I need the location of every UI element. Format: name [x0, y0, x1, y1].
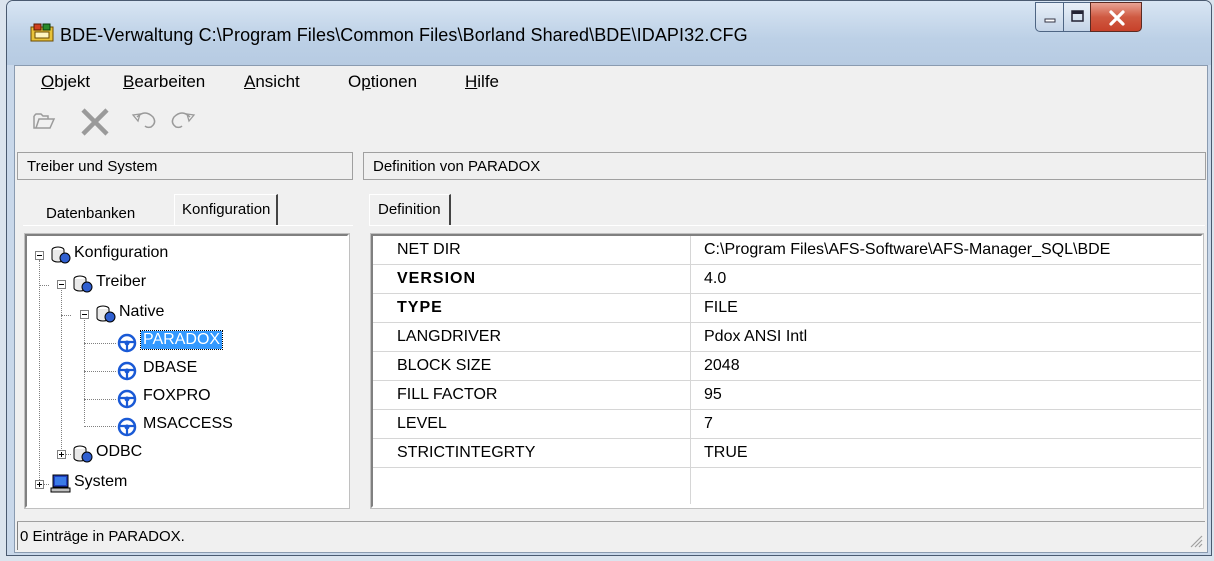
- status-separator: [17, 522, 18, 550]
- definition-grid: NET DIR C:\Program Files\AFS-Software\AFS…: [370, 233, 1204, 509]
- database-icon: [73, 445, 93, 463]
- tree-label: Treiber: [96, 273, 147, 290]
- open-icon[interactable]: [31, 106, 57, 134]
- undo-icon[interactable]: [130, 106, 160, 134]
- tab-line: [23, 225, 353, 226]
- property-name: LANGDRIVER: [397, 328, 502, 345]
- menu-bearbeiten[interactable]: Bearbeiten: [123, 72, 205, 92]
- table-row[interactable]: VERSION 4.0: [373, 265, 1201, 294]
- table-row[interactable]: FILL FACTOR 95: [373, 381, 1201, 410]
- redo-icon[interactable]: [167, 106, 197, 134]
- tab-line: [369, 225, 1205, 226]
- tree-node-foxpro[interactable]: FOXPRO: [27, 387, 327, 411]
- maximize-button[interactable]: [1063, 2, 1091, 32]
- collapse-toggle[interactable]: [35, 251, 44, 260]
- computer-icon: [50, 474, 71, 493]
- tree-label: MSACCESS: [143, 415, 233, 432]
- property-value[interactable]: 95: [704, 386, 722, 404]
- tree-label: Native: [119, 303, 165, 320]
- close-button[interactable]: [1090, 2, 1142, 32]
- property-value[interactable]: FILE: [704, 299, 738, 317]
- config-tree: Konfiguration Treiber Native PARADOX DBA…: [24, 233, 350, 509]
- property-value[interactable]: 4.0: [704, 270, 726, 288]
- table-row[interactable]: STRICTINTEGRTY TRUE: [373, 439, 1201, 468]
- tree-label: Konfiguration: [74, 244, 169, 261]
- minimize-icon: [1044, 18, 1056, 23]
- tree-node-odbc[interactable]: ODBC: [27, 443, 327, 467]
- delete-icon[interactable]: [77, 106, 113, 138]
- tree-node-system[interactable]: System: [27, 473, 327, 497]
- minimize-button[interactable]: [1035, 2, 1064, 32]
- toolbar: [15, 100, 1207, 140]
- property-name: LEVEL: [397, 415, 447, 432]
- property-value[interactable]: 7: [704, 415, 713, 433]
- property-name: FILL FACTOR: [397, 386, 498, 403]
- menu-optionen[interactable]: Optionen: [348, 72, 417, 92]
- menu-ansicht[interactable]: Ansicht: [244, 72, 300, 92]
- collapse-toggle[interactable]: [57, 280, 66, 289]
- tab-datenbanken[interactable]: Datenbanken: [42, 202, 139, 225]
- tree-node-native[interactable]: Native: [27, 303, 327, 327]
- database-icon: [51, 246, 71, 264]
- steering-wheel-icon: [117, 417, 137, 437]
- property-value[interactable]: Pdox ANSI Intl: [704, 328, 807, 346]
- title-bar[interactable]: BDE-Verwaltung C:\Program Files\Common F…: [7, 1, 1211, 65]
- property-value[interactable]: 2048: [704, 357, 740, 375]
- tree-label: PARADOX: [139, 330, 224, 350]
- tree-label: DBASE: [143, 359, 198, 376]
- expand-toggle[interactable]: [57, 450, 66, 459]
- tab-definition[interactable]: Definition: [369, 194, 451, 226]
- left-panel-header: Treiber und System: [17, 152, 353, 180]
- property-name: TYPE: [397, 299, 443, 316]
- close-icon: [1109, 10, 1125, 26]
- database-icon: [96, 305, 116, 323]
- window-title: BDE-Verwaltung C:\Program Files\Common F…: [60, 25, 748, 45]
- tree-label: ODBC: [96, 443, 143, 460]
- maximize-icon: [1071, 10, 1084, 22]
- steering-wheel-icon: [117, 389, 137, 409]
- property-value[interactable]: C:\Program Files\AFS-Software\AFS-Manage…: [704, 241, 1110, 259]
- tree-label: System: [74, 473, 128, 490]
- database-icon: [73, 275, 93, 293]
- collapse-toggle[interactable]: [80, 310, 89, 319]
- steering-wheel-icon: [117, 361, 137, 381]
- tree-node-paradox[interactable]: PARADOX: [27, 330, 327, 355]
- status-bar: 0 Einträge in PARADOX.: [17, 521, 1205, 550]
- table-row[interactable]: LEVEL 7: [373, 410, 1201, 439]
- steering-wheel-icon: [117, 333, 137, 353]
- menu-bar: Objekt Bearbeiten Ansicht Optionen Hilfe: [15, 66, 1207, 98]
- menu-objekt[interactable]: Objekt: [41, 72, 90, 92]
- property-name: BLOCK SIZE: [397, 357, 492, 374]
- tree-node-treiber[interactable]: Treiber: [27, 273, 327, 297]
- property-value[interactable]: TRUE: [704, 444, 748, 462]
- table-row[interactable]: NET DIR C:\Program Files\AFS-Software\AFS…: [373, 236, 1201, 265]
- client-area: Objekt Bearbeiten Ansicht Optionen Hilfe: [14, 65, 1208, 553]
- expand-toggle[interactable]: [35, 480, 44, 489]
- tree-node-msaccess[interactable]: MSACCESS: [27, 415, 327, 439]
- resize-grip-icon[interactable]: [1187, 532, 1203, 548]
- tab-konfiguration[interactable]: Konfiguration: [174, 194, 279, 226]
- property-name: STRICTINTEGRTY: [397, 444, 536, 461]
- tree-label: FOXPRO: [143, 387, 211, 404]
- property-name: VERSION: [397, 270, 477, 287]
- tree-node-dbase[interactable]: DBASE: [27, 359, 327, 383]
- menu-hilfe[interactable]: Hilfe: [465, 72, 499, 92]
- table-row[interactable]: BLOCK SIZE 2048: [373, 352, 1201, 381]
- table-row[interactable]: TYPE FILE: [373, 294, 1201, 323]
- right-panel-header: Definition von PARADOX: [363, 152, 1206, 180]
- table-row[interactable]: LANGDRIVER Pdox ANSI Intl: [373, 323, 1201, 352]
- property-name: NET DIR: [397, 241, 461, 258]
- tree-node-konfiguration[interactable]: Konfiguration: [27, 244, 327, 268]
- app-window: BDE-Verwaltung C:\Program Files\Common F…: [6, 0, 1212, 556]
- status-text: 0 Einträge in PARADOX.: [20, 528, 185, 545]
- bde-app-icon: [30, 23, 54, 42]
